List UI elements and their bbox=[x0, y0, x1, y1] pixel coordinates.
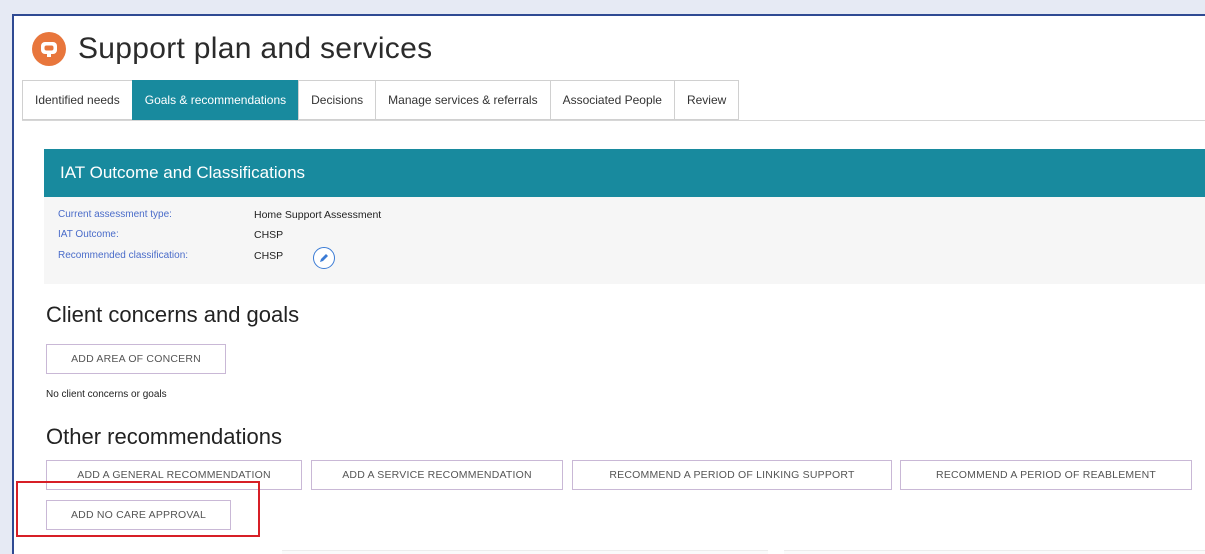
other-recommendations-heading: Other recommendations bbox=[46, 424, 282, 449]
tab-bar: Identified needs Goals & recommendations… bbox=[22, 80, 740, 120]
add-area-of-concern-button[interactable]: ADD AREA OF CONCERN bbox=[46, 344, 226, 374]
tab-review[interactable]: Review bbox=[673, 80, 740, 120]
iat-panel-body: Current assessment type: Home Support As… bbox=[44, 197, 1205, 284]
content-card-right bbox=[784, 550, 1205, 554]
app-logo-icon bbox=[32, 32, 66, 66]
content-card-left bbox=[282, 550, 768, 554]
assessment-type-value: Home Support Assessment bbox=[254, 209, 382, 221]
app-window: Support plan and services Identified nee… bbox=[12, 14, 1205, 554]
page-header: Support plan and services bbox=[32, 32, 432, 66]
assessment-type-label: Current assessment type: bbox=[58, 209, 172, 220]
add-general-recommendation-button[interactable]: ADD A GENERAL RECOMMENDATION bbox=[46, 460, 302, 490]
edit-classification-button[interactable] bbox=[313, 247, 335, 269]
add-no-care-approval-button[interactable]: ADD NO CARE APPROVAL bbox=[46, 500, 231, 530]
iat-panel-title: IAT Outcome and Classifications bbox=[44, 149, 1205, 197]
iat-outcome-panel: IAT Outcome and Classifications Current … bbox=[44, 149, 1205, 284]
classification-value: CHSP bbox=[254, 250, 284, 262]
add-service-recommendation-button[interactable]: ADD A SERVICE RECOMMENDATION bbox=[311, 460, 563, 490]
recommend-linking-support-button[interactable]: RECOMMEND A PERIOD OF LINKING SUPPORT bbox=[572, 460, 892, 490]
client-concerns-heading: Client concerns and goals bbox=[46, 302, 300, 327]
page-title: Support plan and services bbox=[78, 32, 433, 65]
iat-outcome-value: CHSP bbox=[254, 229, 284, 241]
tab-divider bbox=[22, 120, 1205, 121]
recommend-reablement-button[interactable]: RECOMMEND A PERIOD OF REABLEMENT bbox=[900, 460, 1192, 490]
iat-outcome-label: IAT Outcome: bbox=[58, 229, 119, 240]
no-concerns-text: No client concerns or goals bbox=[46, 389, 167, 400]
tab-manage-services-referrals[interactable]: Manage services & referrals bbox=[375, 80, 550, 120]
pencil-icon bbox=[320, 254, 328, 262]
tab-goals-recommendations[interactable]: Goals & recommendations bbox=[131, 80, 299, 120]
tab-associated-people[interactable]: Associated People bbox=[549, 80, 674, 120]
tab-decisions[interactable]: Decisions bbox=[298, 80, 376, 120]
classification-label: Recommended classification: bbox=[58, 250, 189, 261]
tab-identified-needs[interactable]: Identified needs bbox=[22, 80, 132, 120]
